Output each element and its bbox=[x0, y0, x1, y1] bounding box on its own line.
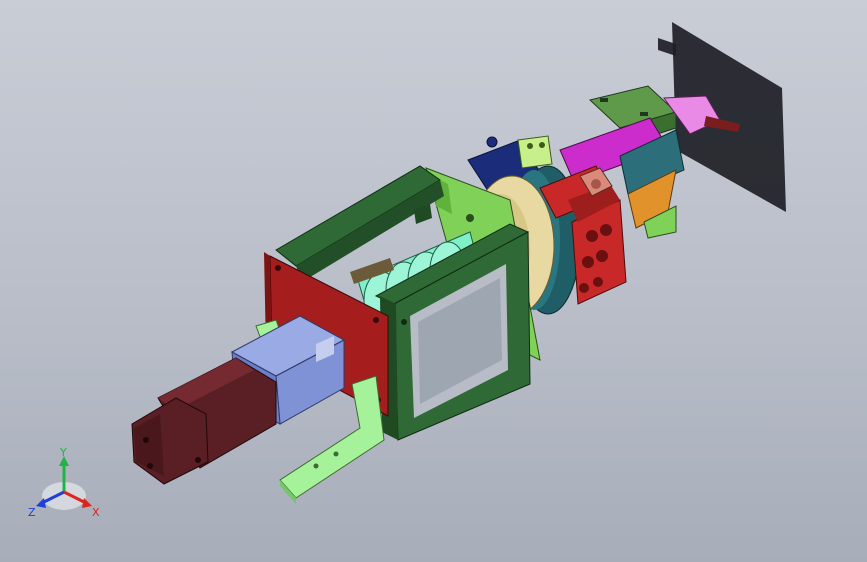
cad-viewport[interactable] bbox=[0, 0, 867, 562]
y-axis-label: Y bbox=[59, 448, 67, 459]
front-frame[interactable] bbox=[374, 223, 531, 441]
terminal-block bbox=[517, 135, 553, 169]
axis-triad[interactable]: Y X Z bbox=[26, 448, 106, 520]
servo-motor[interactable] bbox=[131, 357, 277, 485]
x-axis-label: X bbox=[92, 506, 100, 519]
z-axis-label: Z bbox=[28, 506, 36, 519]
